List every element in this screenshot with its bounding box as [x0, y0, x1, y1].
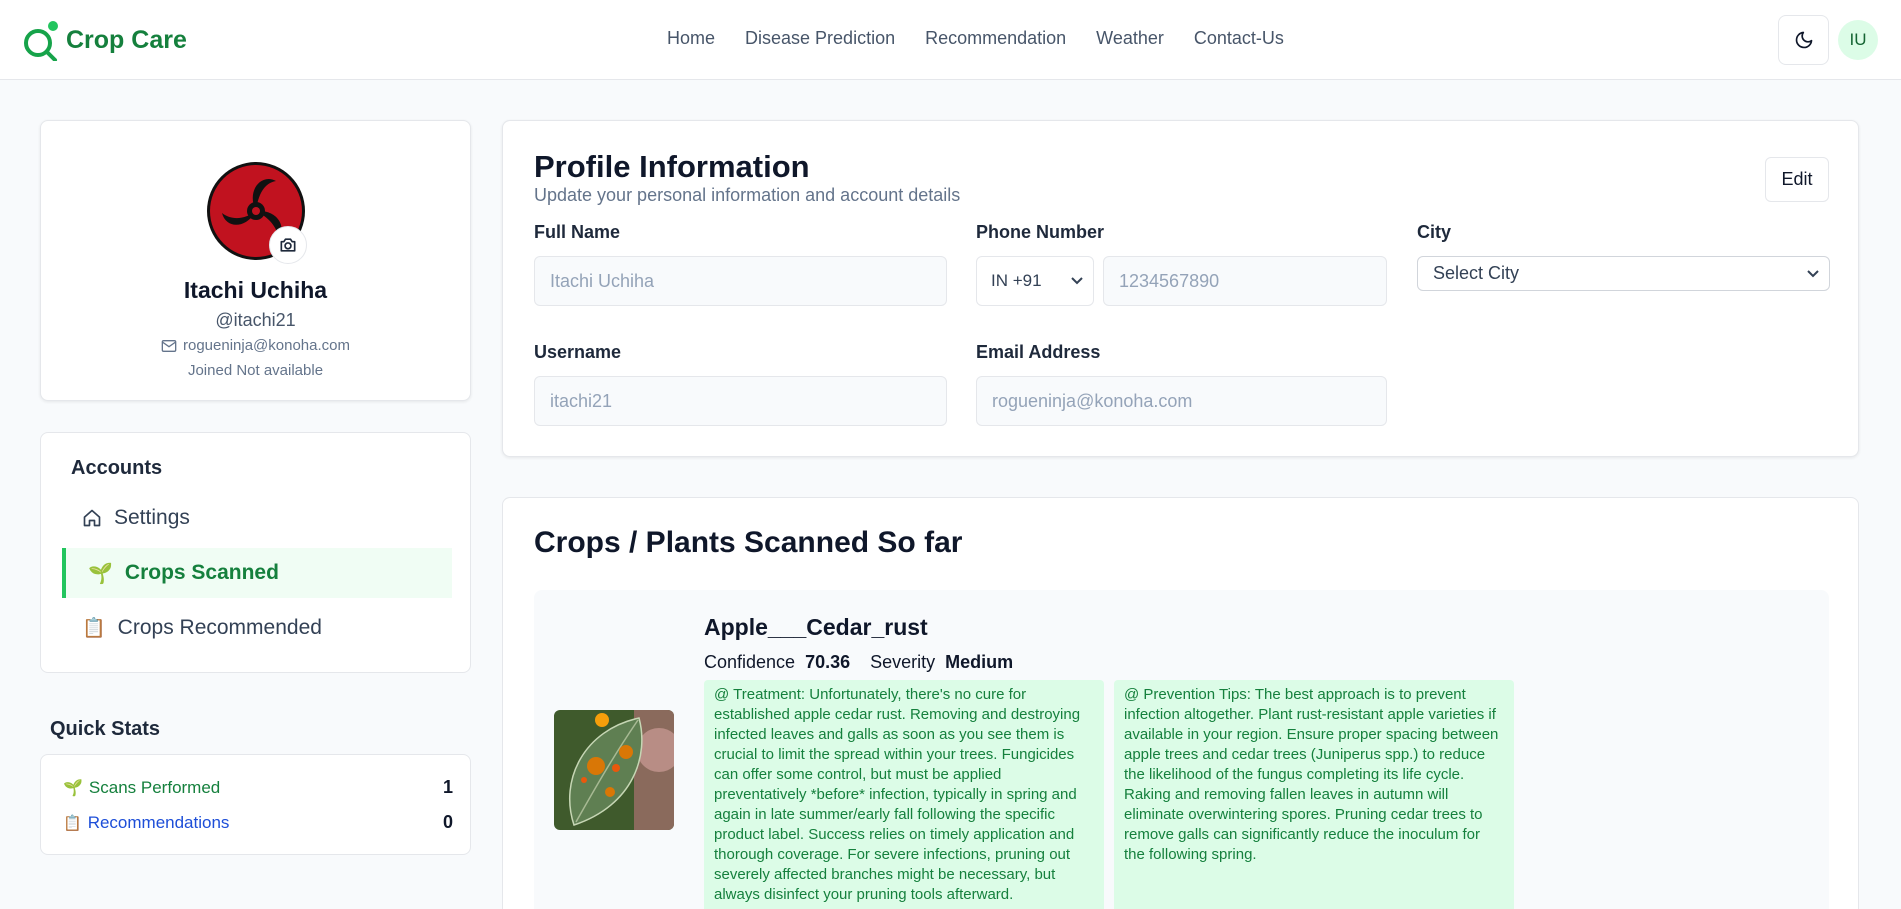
user-avatar[interactable]: IU — [1838, 20, 1878, 60]
stat-scans: 🌱 Scans Performed 1 — [63, 777, 453, 798]
email-label: Email Address — [976, 342, 1101, 362]
menu-item-label: Settings — [114, 506, 190, 529]
country-code-value: IN +91 — [991, 271, 1042, 290]
email-field[interactable]: rogueninja@konoha.com — [976, 376, 1387, 426]
quick-stats-card: 🌱 Scans Performed 1 📋 Recommendations 0 — [40, 754, 471, 855]
full-name-label: Full Name — [534, 222, 621, 242]
seedling-icon: 🌱 — [63, 779, 83, 797]
leaf-thumbnail[interactable] — [554, 710, 674, 830]
profile-info-title: Profile Information — [534, 149, 810, 184]
disease-name: Apple___Cedar_rust — [704, 614, 928, 640]
quick-stats-title: Quick Stats — [50, 718, 161, 740]
scan-result-item: Apple___Cedar_rust Confidence 70.36 Seve… — [534, 590, 1829, 909]
profile-info-card: Profile Information Update your personal… — [502, 120, 1859, 457]
top-navbar: Crop Care Home Disease Prediction Recomm… — [0, 0, 1901, 80]
city-select[interactable]: Select City — [1417, 256, 1830, 291]
profile-info-subtitle: Update your personal information and acc… — [534, 185, 961, 205]
treatment-box: @ Treatment: Unfortunately, there's no c… — [704, 680, 1104, 909]
theme-toggle-button[interactable] — [1778, 15, 1829, 65]
nav-disease-prediction[interactable]: Disease Prediction — [745, 28, 895, 49]
confidence-label: Confidence — [704, 652, 796, 672]
stat-recs-value: 0 — [442, 812, 453, 832]
nav-home[interactable]: Home — [667, 28, 715, 49]
menu-item-label: Crops Scanned — [124, 561, 279, 584]
nav-contact-us[interactable]: Contact-Us — [1194, 28, 1284, 49]
moon-icon — [1795, 31, 1812, 49]
menu-item-crops-recommended[interactable]: 📋 Crops Recommended — [62, 603, 452, 653]
accounts-title: Accounts — [71, 457, 163, 479]
stat-recs-label-group: 📋 Recommendations — [63, 813, 229, 833]
stat-scans-value: 1 — [442, 777, 453, 797]
mail-icon — [161, 339, 177, 352]
profile-email-row: rogueninja@konoha.com — [41, 337, 470, 354]
confidence-value: 70.36 — [805, 652, 851, 672]
menu-item-label: Crops Recommended — [117, 616, 322, 639]
brand-logo[interactable]: Crop Care — [22, 16, 187, 64]
phone-label: Phone Number — [976, 222, 1105, 242]
stat-recommendations: 📋 Recommendations 0 — [63, 812, 453, 833]
menu-item-crops-scanned[interactable]: 🌱 Crops Scanned — [62, 548, 452, 598]
clipboard-icon: 📋 — [63, 814, 82, 832]
username-label: Username — [534, 342, 622, 362]
chevron-down-icon — [1071, 277, 1083, 285]
seedling-icon: 🌱 — [88, 562, 113, 585]
city-select-value: Select City — [1433, 263, 1520, 283]
city-label: City — [1417, 222, 1452, 242]
stat-recs-label: Recommendations — [87, 812, 230, 832]
chevron-down-icon — [1807, 269, 1819, 277]
camera-icon — [280, 238, 296, 252]
country-code-select[interactable]: IN +91 — [976, 256, 1094, 306]
nav-recommendation[interactable]: Recommendation — [925, 28, 1066, 49]
menu-item-settings[interactable]: Settings — [62, 493, 452, 543]
crops-scanned-title: Crops / Plants Scanned So far — [534, 526, 963, 559]
profile-email: rogueninja@konoha.com — [183, 337, 350, 354]
crops-scanned-card: Crops / Plants Scanned So far Apple___Ce… — [502, 497, 1859, 909]
severity-value: Medium — [945, 652, 1014, 672]
phone-field[interactable]: 1234567890 — [1103, 256, 1387, 306]
username-field[interactable]: itachi21 — [534, 376, 947, 426]
scan-meta: Confidence 70.36 Severity Medium — [704, 652, 1013, 673]
profile-handle: @itachi21 — [215, 310, 296, 330]
stat-scans-label-group: 🌱 Scans Performed — [63, 778, 220, 798]
accounts-menu: Accounts Settings 🌱 Crops Scanned 📋 Crop… — [40, 432, 471, 673]
magnifier-leaf-icon — [24, 21, 58, 61]
main-nav: Home Disease Prediction Recommendation W… — [667, 28, 1284, 49]
stat-scans-label: Scans Performed — [88, 777, 221, 797]
clipboard-icon: 📋 — [82, 618, 106, 639]
brand-name: Crop Care — [66, 25, 187, 54]
full-name-field[interactable]: Itachi Uchiha — [534, 256, 947, 306]
leaf-image-icon — [554, 710, 674, 830]
prevention-box: @ Prevention Tips: The best approach is … — [1114, 680, 1514, 909]
home-icon — [83, 509, 101, 527]
profile-card: Itachi Uchiha @itachi21 rogueninja@konoh… — [40, 120, 471, 401]
nav-weather[interactable]: Weather — [1096, 28, 1164, 49]
severity-label: Severity — [870, 652, 936, 672]
profile-joined: Joined Not available — [187, 362, 324, 379]
edit-button[interactable]: Edit — [1765, 157, 1829, 202]
profile-name: Itachi Uchiha — [183, 277, 328, 303]
change-photo-button[interactable] — [269, 226, 307, 264]
